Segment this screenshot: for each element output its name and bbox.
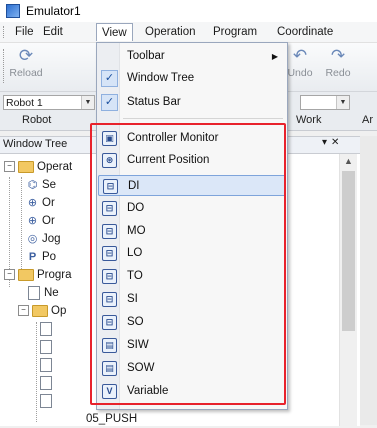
menu-item-di[interactable]: ⊟ DI: [98, 175, 286, 196]
tree-item[interactable]: [40, 338, 56, 356]
menu-operation[interactable]: Operation: [140, 24, 201, 40]
menu-view[interactable]: View: [96, 23, 133, 41]
menu-item-toolbar[interactable]: Toolbar ▶: [98, 46, 286, 67]
collapse-icon[interactable]: −: [18, 305, 29, 317]
menu-item-do[interactable]: ⊟ DO: [98, 198, 286, 219]
document-icon: [40, 339, 52, 354]
tree-scrollbar[interactable]: ▲: [339, 154, 357, 426]
io-icon: ⊟: [102, 201, 117, 216]
variable-icon: V: [102, 384, 117, 399]
menu-item-si[interactable]: ⊟ SI: [98, 289, 286, 310]
folder-icon: [18, 268, 34, 281]
reload-icon: ⟳: [18, 46, 34, 65]
checkmark-icon: ✓: [101, 70, 118, 87]
tree-item[interactable]: ⌬ Se: [26, 176, 56, 194]
tree-item[interactable]: − Op: [18, 302, 66, 320]
tree-item[interactable]: [40, 356, 56, 374]
folder-icon: [18, 160, 34, 173]
scrollbar-thumb[interactable]: [342, 171, 355, 331]
window-title: Emulator1: [26, 4, 81, 18]
menu-item-window-tree[interactable]: ✓ Window Tree: [98, 68, 286, 89]
group-label-ar: Ar: [362, 114, 373, 126]
redo-icon: ↷: [330, 46, 346, 65]
tree-item[interactable]: P Po: [26, 248, 56, 266]
menubar-grip[interactable]: [3, 26, 7, 38]
pin-dropdown-icon[interactable]: ▾: [322, 137, 331, 148]
reload-button[interactable]: ⟳ Reload: [4, 45, 48, 89]
io-icon: ⊟: [102, 315, 117, 330]
group-label-robot: Robot: [22, 114, 52, 126]
menu-item-siw[interactable]: ▤ SIW: [98, 335, 286, 356]
tree-item[interactable]: [40, 374, 56, 392]
folder-icon: [32, 304, 48, 317]
tree-item[interactable]: ◎ Jog: [26, 230, 61, 248]
menu-bar: File Edit View Operation Program Coordin…: [0, 22, 377, 54]
app-icon: [6, 4, 20, 18]
menu-item-sow[interactable]: ▤ SOW: [98, 358, 286, 379]
work-select[interactable]: ▼: [300, 95, 350, 110]
menu-item-mo[interactable]: ⊟ MO: [98, 221, 286, 242]
menu-coordinate-system[interactable]: Coordinate System: [272, 24, 377, 54]
menu-edit[interactable]: Edit: [38, 24, 68, 40]
tree-item[interactable]: Ne: [28, 284, 59, 302]
collapse-icon[interactable]: −: [4, 161, 15, 173]
menu-item-lo[interactable]: ⊟ LO: [98, 243, 286, 264]
main-area: [360, 136, 377, 425]
menu-file[interactable]: File: [10, 24, 39, 40]
tree-item[interactable]: [40, 320, 56, 338]
tree-item[interactable]: ⊕ Or: [26, 212, 55, 230]
submenu-arrow-icon: ▶: [271, 52, 278, 61]
position-icon: ⊛: [102, 153, 117, 168]
window-tree-title: Window Tree: [3, 138, 68, 150]
robot-select[interactable]: Robot 1 ▼: [3, 95, 95, 110]
tree-item[interactable]: ⊕ Or: [26, 194, 55, 212]
position-icon: P: [28, 251, 37, 263]
title-bar: Emulator1: [0, 0, 377, 22]
document-icon: [28, 285, 40, 300]
checkmark-icon: ✓: [101, 94, 118, 111]
menu-item-status-bar[interactable]: ✓ Status Bar: [98, 92, 286, 113]
sow-icon: ▤: [102, 361, 117, 376]
collapse-icon[interactable]: −: [4, 269, 15, 281]
tree-connector: [36, 322, 37, 422]
jog-icon: ◎: [27, 233, 38, 245]
group-label-work: Work: [296, 114, 322, 126]
document-icon: [40, 357, 52, 372]
menu-item-current-position[interactable]: ⊛ Current Position: [98, 150, 286, 171]
origin-icon: ⊕: [27, 215, 38, 227]
tree-item[interactable]: 05_PUSH: [86, 410, 137, 428]
menu-item-controller-monitor[interactable]: ▣ Controller Monitor: [98, 128, 286, 149]
monitor-icon: ▣: [102, 131, 117, 146]
io-icon: ⊟: [102, 292, 117, 307]
io-icon: ⊟: [102, 224, 117, 239]
chevron-down-icon[interactable]: ▼: [81, 96, 94, 109]
tree-item[interactable]: − Progra: [4, 266, 72, 284]
document-icon: [40, 375, 52, 390]
tree-item[interactable]: [40, 392, 56, 410]
tree-item[interactable]: − Operat: [4, 158, 72, 176]
menu-item-to[interactable]: ⊟ TO: [98, 266, 286, 287]
scroll-up-icon[interactable]: ▲: [344, 156, 353, 166]
close-icon[interactable]: ✕: [331, 137, 343, 148]
io-icon: ⊟: [103, 179, 118, 194]
servo-icon: ⌬: [27, 179, 38, 191]
origin-icon: ⊕: [27, 197, 38, 209]
document-icon: [40, 393, 52, 408]
redo-button[interactable]: ↷ Redo: [320, 45, 356, 89]
menu-program[interactable]: Program: [208, 24, 262, 40]
chevron-down-icon[interactable]: ▼: [336, 96, 349, 109]
io-icon: ⊟: [102, 246, 117, 261]
menu-item-variable[interactable]: V Variable: [98, 381, 286, 402]
siw-icon: ▤: [102, 338, 117, 353]
io-icon: ⊟: [102, 269, 117, 284]
view-menu-dropdown: Toolbar ▶ ✓ Window Tree ✓ Status Bar ▣ C…: [96, 42, 288, 410]
menu-item-so[interactable]: ⊟ SO: [98, 312, 286, 333]
tree-connector: [21, 177, 22, 277]
document-icon: [40, 321, 52, 336]
